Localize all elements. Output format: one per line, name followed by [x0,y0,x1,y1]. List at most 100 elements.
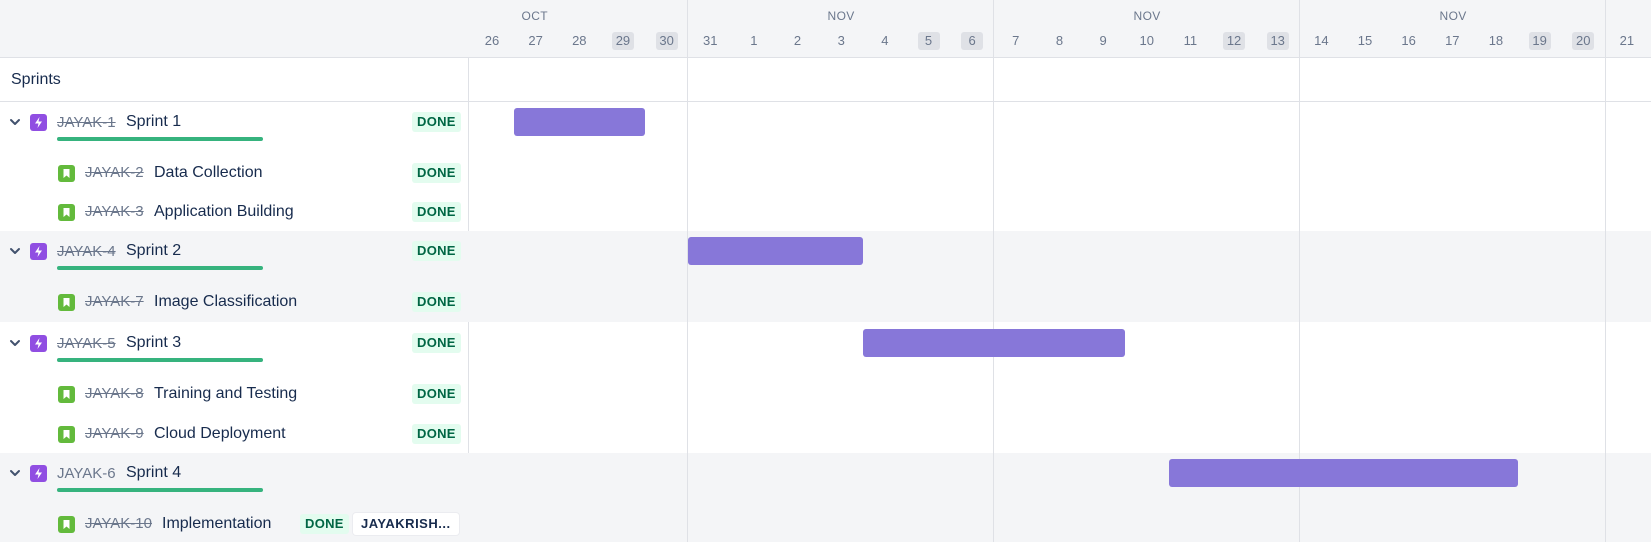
status-lozenge[interactable]: DONE [412,162,461,183]
day-label: 21 [1619,33,1635,48]
bookmark-icon [63,168,70,178]
progress-bar [57,358,263,362]
story-row[interactable]: JAYAK-2 Data Collection DONE [0,153,469,192]
issue-title[interactable]: Sprint 1 [126,113,181,131]
day-label: 4 [881,33,889,48]
issue-title[interactable]: Sprint 2 [126,242,181,260]
status-lozenge[interactable]: DONE [300,513,349,534]
issue-title[interactable]: Sprint 4 [126,464,181,482]
sprint-bar[interactable] [1168,459,1518,487]
issue-key[interactable]: JAYAK-10 [85,515,152,532]
issue-key[interactable]: JAYAK-8 [85,385,144,402]
issue-title[interactable]: Application Building [154,203,294,221]
bookmark-icon [63,207,70,217]
epic-icon [30,114,47,131]
status-lozenge[interactable]: DONE [412,333,461,353]
day-label: 6 [961,32,984,50]
epic-row[interactable]: JAYAK-6 Sprint 4 [0,453,469,504]
lightning-icon [35,246,42,257]
story-icon [58,203,75,221]
epic-row[interactable]: JAYAK-1 Sprint 1 DONE [0,102,469,153]
day-label: 30 [655,32,678,50]
issue-key[interactable]: JAYAK-5 [57,335,116,352]
day-label: 15 [1357,33,1373,48]
status-lozenge[interactable]: DONE [412,241,461,261]
status-lozenge[interactable]: DONE [412,383,461,404]
story-row[interactable]: JAYAK-8 Training and Testing DONE [0,374,469,413]
month-label: OCT [521,9,549,23]
sprint-bar[interactable] [688,237,864,265]
chevron-down-icon[interactable] [8,466,22,480]
sprint-bar[interactable] [863,329,1125,357]
timeline-view: Sprints JAYAK-1 Sprint 1 DONE JAYAK-2 Data C… [0,0,1651,542]
chevron-down-icon[interactable] [8,244,22,258]
day-label: 13 [1266,32,1289,50]
issue-title[interactable]: Implementation [162,515,271,533]
epic-row[interactable]: JAYAK-5 Sprint 3 DONE [0,323,469,374]
story-icon [58,164,75,182]
issue-key[interactable]: JAYAK-2 [85,164,144,181]
assignee-chip[interactable]: JAYAKRISH... [353,512,459,535]
bookmark-icon [63,429,70,439]
progress-bar [57,266,263,270]
day-label: 18 [1488,33,1504,48]
day-label: 12 [1223,32,1246,50]
chevron-down-icon[interactable] [8,115,22,129]
status-lozenge[interactable]: DONE [412,423,461,444]
issue-key[interactable]: JAYAK-3 [85,203,144,220]
story-icon [58,385,75,403]
status-lozenge[interactable]: DONE [412,201,461,222]
status-lozenge[interactable]: DONE [412,291,461,312]
issue-key[interactable]: JAYAK-7 [85,293,144,310]
issue-list-panel: Sprints JAYAK-1 Sprint 1 DONE JAYAK-2 Data C… [0,0,469,542]
month-label: NOV [1133,9,1161,23]
issue-key[interactable]: JAYAK-6 [57,465,116,482]
timeline-header: OCT NOV NOV NOV 26 27 28 29 30 31 1 2 3 4 5 6 7 8 9 10 11 12 1… [469,0,1651,58]
bookmark-icon [63,519,70,529]
issue-list-header [0,0,469,58]
epic-icon [30,465,47,482]
month-label: NOV [827,9,855,23]
bookmark-icon [63,297,70,307]
epic-icon [30,335,47,352]
day-label: 2 [793,33,802,48]
status-lozenge[interactable]: DONE [412,112,461,132]
day-label: 27 [528,33,543,48]
issue-title[interactable]: Data Collection [154,164,263,182]
epic-row[interactable]: JAYAK-4 Sprint 2 DONE [0,231,469,282]
story-icon [58,515,75,533]
chevron-down-icon[interactable] [8,336,22,350]
day-label: 3 [837,33,845,48]
lightning-icon [35,117,42,128]
month-label: NOV [1439,9,1467,23]
day-label: 10 [1139,33,1154,48]
month-divider [1605,0,1606,542]
day-label: 9 [1099,33,1107,48]
month-divider [687,0,688,542]
lightning-icon [35,468,42,479]
lightning-icon [35,338,42,349]
story-row[interactable]: JAYAK-10 Implementation JAYAKRISH... DONE [0,504,469,542]
day-label: 1 [750,33,758,48]
story-row[interactable]: JAYAK-9 Cloud Deployment DONE [0,414,469,453]
sprints-heading: Sprints [11,71,61,88]
issue-title[interactable]: Cloud Deployment [154,425,286,443]
timeline-row-band [469,231,1651,322]
progress-bar [57,488,263,492]
day-label: 20 [1572,32,1595,50]
issue-title[interactable]: Training and Testing [154,385,297,403]
day-label: 19 [1528,32,1551,50]
issue-title[interactable]: Image Classification [154,293,297,311]
issue-key[interactable]: JAYAK-4 [57,243,116,260]
story-row[interactable]: JAYAK-7 Image Classification DONE [0,282,469,321]
day-label: 29 [611,32,634,50]
sprint-bar[interactable] [513,108,645,136]
story-icon [58,293,75,311]
progress-bar [57,137,263,141]
bookmark-icon [63,389,70,399]
day-label: 7 [1012,33,1020,48]
issue-title[interactable]: Sprint 3 [126,334,181,352]
issue-key[interactable]: JAYAK-9 [85,425,144,442]
story-row[interactable]: JAYAK-3 Application Building DONE [0,192,469,231]
issue-key[interactable]: JAYAK-1 [57,114,116,131]
